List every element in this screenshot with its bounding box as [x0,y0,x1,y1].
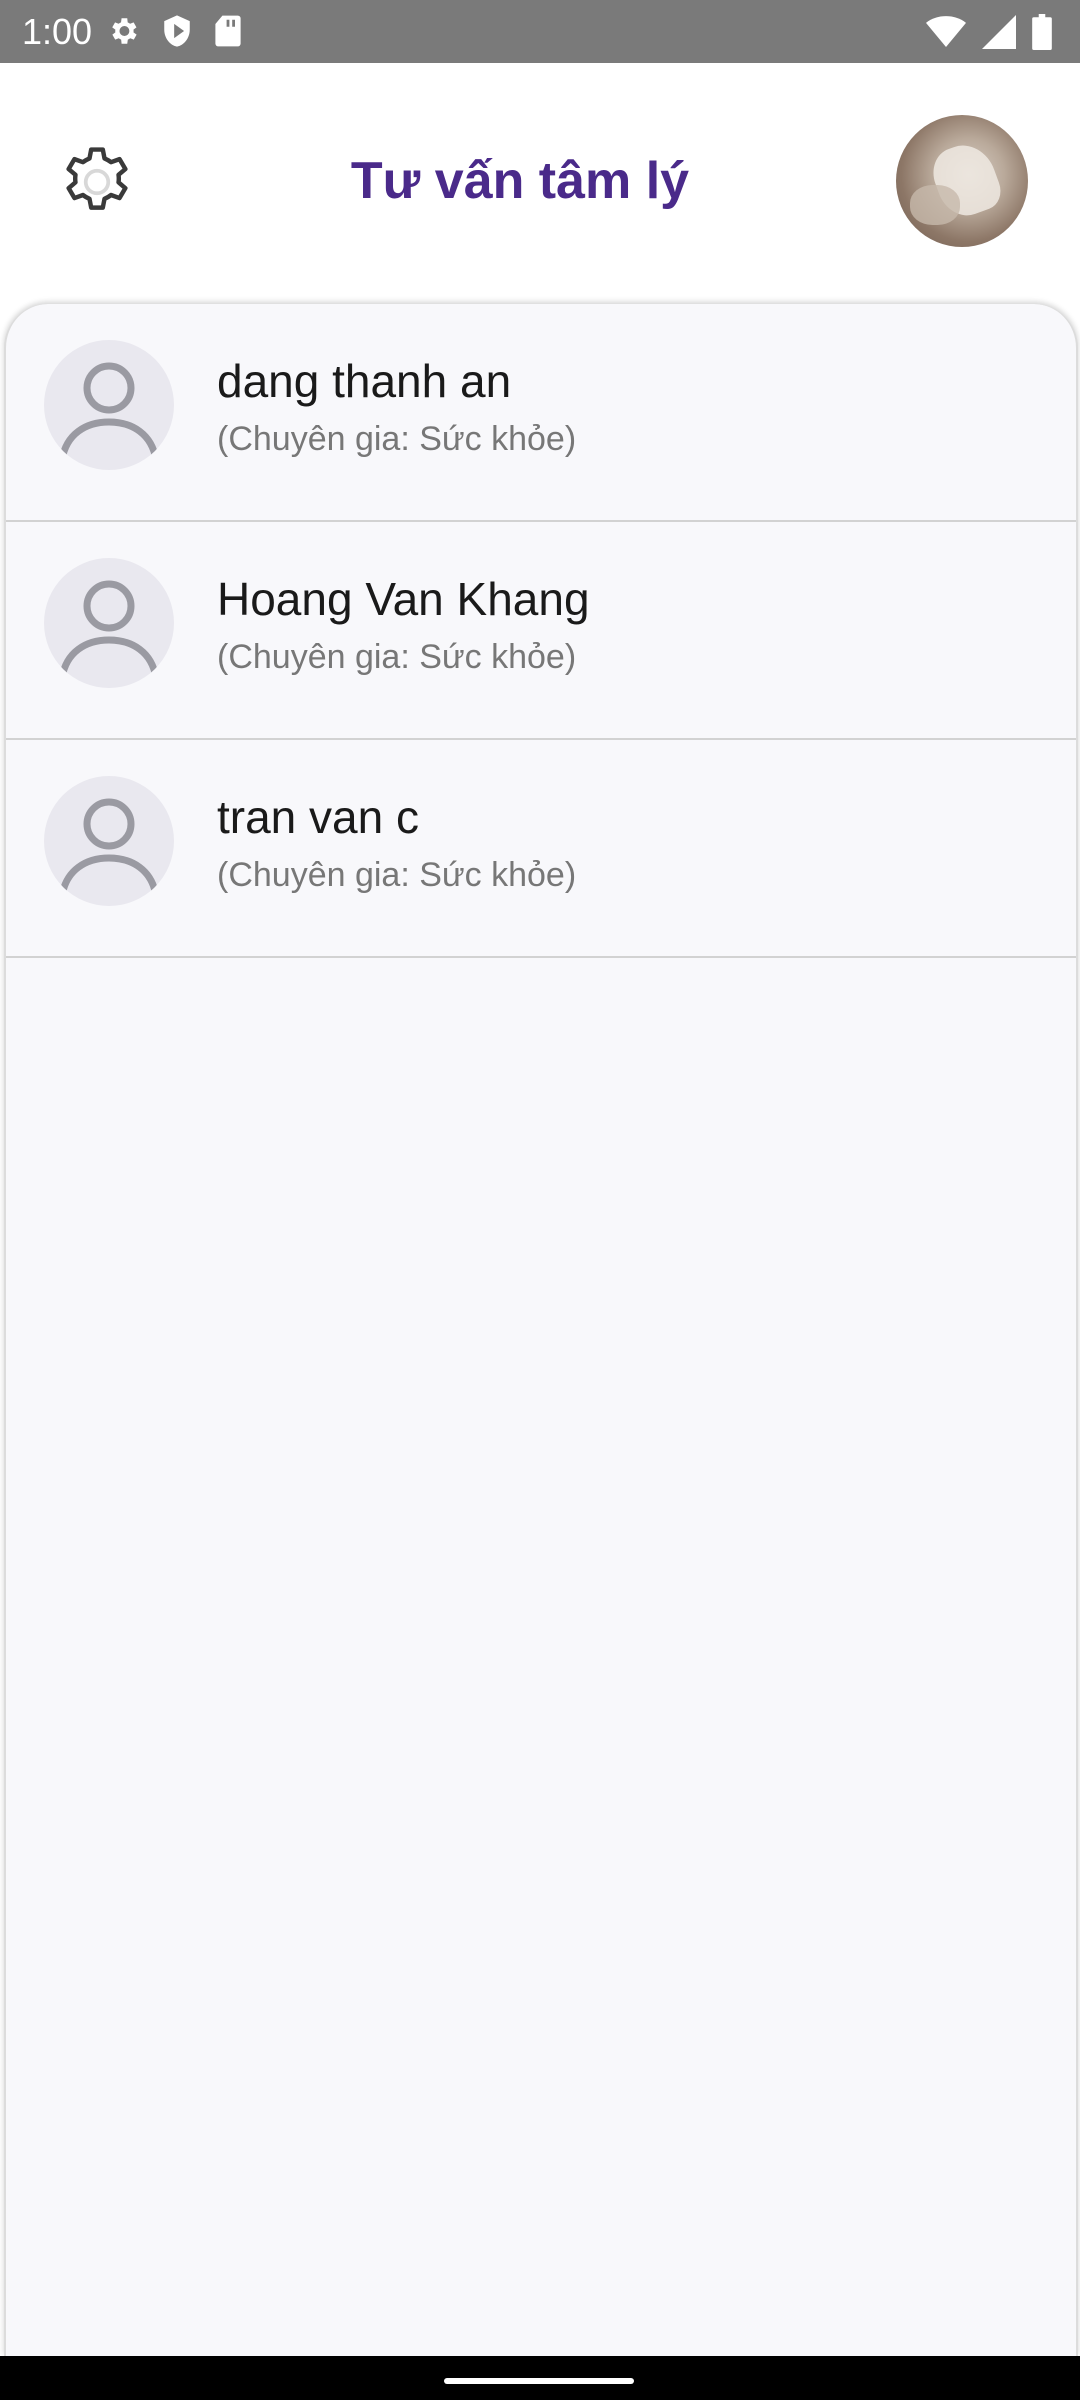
status-icons-left [106,14,242,48]
status-time: 1:00 [22,11,93,52]
expert-name: Hoang Van Khang [217,573,590,625]
status-bar: 1:00 [0,0,1080,63]
expert-name: tran van c [217,791,419,843]
signal-icon [982,15,1016,49]
list-item[interactable]: Hoang Van Khang (Chuyên gia: Sức khỏe) [6,522,1076,740]
navigation-bar [0,2356,1080,2400]
profile-avatar[interactable] [896,115,1028,247]
list-item[interactable]: dang thanh an (Chuyên gia: Sức khỏe) [6,304,1076,522]
avatar-placeholder-icon [44,776,174,906]
battery-icon [1032,14,1052,50]
avatar-placeholder-icon [44,558,174,688]
shield-icon [164,15,190,47]
wifi-icon [926,16,966,47]
app-header: Tư vấn tâm lý [0,63,1080,303]
gear-icon [112,18,137,44]
expert-list: dang thanh an (Chuyên gia: Sức khỏe) Hoa… [4,304,1078,2356]
avatar-placeholder-icon [44,340,174,470]
sd-card-icon [215,15,241,47]
expert-role: (Chuyên gia: Sức khỏe) [217,856,577,894]
list-item[interactable]: tran van c (Chuyên gia: Sức khỏe) [6,740,1076,958]
expert-role: (Chuyên gia: Sức khỏe) [217,420,577,458]
home-gesture-handle[interactable] [444,2378,634,2384]
status-icons-right [926,14,1052,50]
expert-role: (Chuyên gia: Sức khỏe) [217,638,577,676]
expert-name: dang thanh an [217,355,512,407]
page-title: Tư vấn tâm lý [350,152,690,210]
